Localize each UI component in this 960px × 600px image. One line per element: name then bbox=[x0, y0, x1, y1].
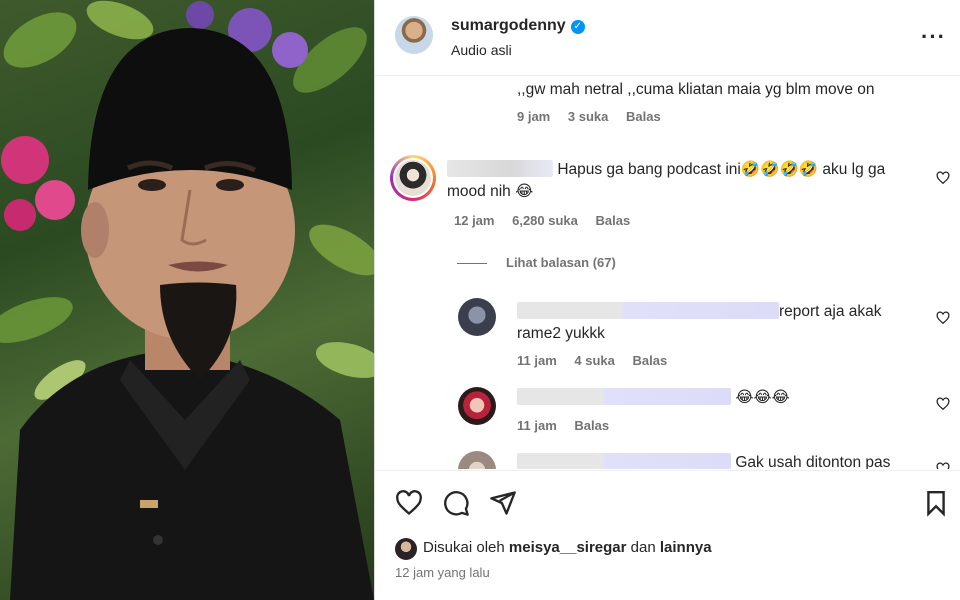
reply-time[interactable]: 11 jam bbox=[517, 353, 557, 368]
comment-bubble-icon[interactable] bbox=[442, 489, 470, 517]
liked-by-prefix: Disukai oleh bbox=[423, 539, 505, 556]
verified-badge-icon: ✓ bbox=[570, 20, 585, 34]
post-actions: Disukai oleh meisya__siregar dan lainnya… bbox=[375, 470, 960, 600]
comment-text: ,,gw mah netral ,,cuma kliatan maia yg b… bbox=[517, 81, 875, 98]
comment-time[interactable]: 12 jam bbox=[454, 213, 494, 228]
post-timestamp[interactable]: 12 jam yang lalu bbox=[395, 565, 490, 580]
share-send-icon[interactable] bbox=[489, 489, 517, 517]
reply-button[interactable]: Balas bbox=[633, 353, 668, 368]
like-reply-heart-icon[interactable] bbox=[936, 462, 950, 469]
reply-meta: 11 jam 4 suka Balas bbox=[517, 353, 681, 368]
commenter-avatar-story-ring[interactable] bbox=[390, 155, 436, 201]
reply-avatar[interactable] bbox=[458, 298, 496, 336]
liker-avatar[interactable] bbox=[395, 538, 417, 560]
liked-by-user[interactable]: meisya__siregar bbox=[509, 539, 627, 556]
reply-avatar[interactable] bbox=[458, 387, 496, 425]
replies-divider bbox=[457, 263, 487, 264]
post-photo bbox=[0, 0, 374, 600]
comment-meta: 9 jam 3 suka Balas bbox=[517, 109, 675, 124]
like-comment-heart-icon[interactable] bbox=[936, 171, 950, 185]
redacted-username bbox=[517, 302, 779, 319]
reply-likes[interactable]: 4 suka bbox=[574, 353, 614, 368]
liked-by-others[interactable]: lainnya bbox=[660, 539, 712, 556]
audio-label[interactable]: Audio asli bbox=[451, 42, 512, 58]
reply-text: Gak usah ditonton pas bbox=[735, 454, 891, 469]
redacted-username bbox=[517, 388, 731, 405]
reply-button[interactable]: Balas bbox=[596, 213, 631, 228]
more-horizontal-icon[interactable]: ··· bbox=[921, 24, 946, 50]
comments-list[interactable]: ,,gw mah netral ,,cuma kliatan maia yg b… bbox=[375, 77, 960, 469]
like-heart-icon[interactable] bbox=[395, 489, 423, 517]
author-username-row[interactable]: sumargodenny ✓ bbox=[451, 17, 585, 35]
reply-body: Gak usah ditonton pas bbox=[517, 452, 937, 469]
redacted-username bbox=[447, 160, 553, 177]
reply-meta: 11 jam Balas bbox=[517, 418, 623, 433]
comment-text-line1: Hapus ga bang podcast ini🤣🤣🤣🤣 aku lg ga bbox=[557, 161, 886, 178]
reply-button[interactable]: Balas bbox=[626, 109, 661, 124]
reply-text-line1: report aja akak bbox=[779, 303, 882, 320]
comment-meta: 12 jam 6,280 suka Balas bbox=[454, 213, 644, 228]
reply-text: 😂😂😂 bbox=[735, 389, 790, 406]
reply-avatar[interactable] bbox=[458, 451, 496, 469]
commenter-avatar bbox=[395, 160, 431, 196]
author-username[interactable]: sumargodenny bbox=[451, 17, 566, 34]
view-replies-button[interactable]: Lihat balasan (67) bbox=[506, 255, 616, 270]
post-panel: sumargodenny ✓ Audio asli ··· ,,gw mah ne… bbox=[374, 0, 960, 600]
reply-button[interactable]: Balas bbox=[574, 418, 609, 433]
reply-time[interactable]: 11 jam bbox=[517, 418, 557, 433]
comment-body: Hapus ga bang podcast ini🤣🤣🤣🤣 aku lg ga … bbox=[447, 159, 897, 203]
reply-text-line2: rame2 yukkk bbox=[517, 325, 605, 342]
like-reply-heart-icon[interactable] bbox=[936, 311, 950, 325]
comment-likes[interactable]: 3 suka bbox=[568, 109, 608, 124]
comment-likes[interactable]: 6,280 suka bbox=[512, 213, 578, 228]
like-reply-heart-icon[interactable] bbox=[936, 397, 950, 411]
author-avatar[interactable] bbox=[395, 16, 433, 54]
liked-by-and: dan bbox=[630, 539, 656, 556]
bookmark-save-icon[interactable] bbox=[923, 489, 949, 517]
post-photo-illustration bbox=[0, 0, 374, 600]
redacted-username bbox=[517, 453, 731, 469]
post-header: sumargodenny ✓ Audio asli ··· bbox=[375, 0, 960, 76]
reply-body: 😂😂😂 bbox=[517, 387, 917, 409]
reply-body: report aja akak rame2 yukkk bbox=[517, 301, 917, 345]
comment-time[interactable]: 9 jam bbox=[517, 109, 550, 124]
comment-text-line2: mood nih 😂 bbox=[447, 183, 534, 200]
